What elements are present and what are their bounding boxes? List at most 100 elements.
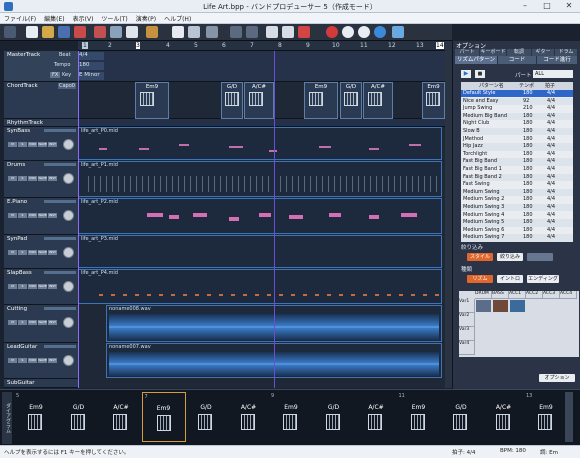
- midi-button[interactable]: MIDI: [28, 250, 37, 255]
- pattern-row[interactable]: Fast Big Band 1 180 4/4: [461, 166, 573, 173]
- open-file-icon[interactable]: [42, 26, 54, 38]
- tab-chord-progression[interactable]: コード進行: [537, 56, 577, 64]
- mute-button[interactable]: M: [8, 284, 17, 289]
- track-header-subguitar[interactable]: SubGuitar: [4, 379, 78, 388]
- pattern-row[interactable]: Nice and Easy 92 4/4: [461, 97, 573, 105]
- mute-button[interactable]: M: [8, 320, 17, 325]
- pattern-row[interactable]: Medium Swing 180 4/4: [461, 188, 573, 197]
- track-header-synpad[interactable]: SynPad M S MIDI WAVE INST: [4, 235, 78, 269]
- ending-button[interactable]: エンディング: [527, 275, 559, 283]
- arrangement-area[interactable]: 4/4 180 E Minor Em9 G/D A/C# Em9 G/D A/C…: [78, 51, 445, 388]
- pattern-row[interactable]: Medium Swing 4 180 4/4: [461, 212, 573, 219]
- solo-button[interactable]: S: [18, 213, 27, 218]
- wave-button[interactable]: WAVE: [38, 284, 47, 289]
- midi-clip[interactable]: life_art_P2.mid: [78, 198, 442, 234]
- loop-icon[interactable]: [392, 26, 404, 38]
- tab-chord[interactable]: コード: [498, 56, 536, 64]
- menu-tools[interactable]: ツール(T): [97, 13, 131, 24]
- chord-box[interactable]: A/C#: [244, 82, 274, 119]
- strip-chord[interactable]: G/D: [439, 392, 483, 442]
- chord-box[interactable]: A/C#: [363, 82, 393, 119]
- midi-button[interactable]: MIDI: [28, 284, 37, 289]
- metronome-icon[interactable]: [298, 26, 310, 38]
- strip-chord[interactable]: A/C#: [482, 392, 526, 442]
- strip-chord[interactable]: 5 Em9: [14, 392, 58, 442]
- strip-chord[interactable]: A/C#: [354, 392, 398, 442]
- wave-button[interactable]: WAVE: [38, 320, 47, 325]
- fx-button[interactable]: FX: [50, 72, 61, 78]
- strip-chord[interactable]: A/C#: [227, 392, 271, 442]
- strip-chord[interactable]: 9 Em9: [269, 392, 313, 442]
- rhythm-button[interactable]: リズム: [467, 275, 493, 283]
- col-pattern-name[interactable]: パターン名: [479, 82, 504, 90]
- clip-icon[interactable]: [206, 26, 218, 38]
- chord-box[interactable]: Em9: [422, 82, 445, 119]
- volume-bar[interactable]: [44, 200, 76, 203]
- pattern-row[interactable]: Medium Swing 2 180 4/4: [461, 196, 573, 203]
- chord-track-header[interactable]: ChordTrack Capo0: [4, 82, 78, 119]
- midi-button[interactable]: MIDI: [28, 213, 37, 218]
- pattern-list[interactable]: パターン名 テンポ 拍子 Default Style 180 4/4 Nice and…: [461, 82, 573, 242]
- mixer-icon[interactable]: [110, 26, 122, 38]
- pattern-row[interactable]: Jump Swing 210 4/4: [461, 105, 573, 112]
- wave-button[interactable]: WAVE: [38, 176, 47, 181]
- track-header-slapbass[interactable]: SlapBass M S MIDI WAVE INST: [4, 269, 78, 305]
- mute-button[interactable]: M: [8, 250, 17, 255]
- volume-bar[interactable]: [44, 345, 76, 348]
- pan-knob[interactable]: [63, 355, 74, 366]
- headphone-icon[interactable]: [4, 26, 16, 38]
- chord-box[interactable]: Em9: [304, 82, 338, 119]
- wave-button[interactable]: WAVE: [38, 142, 47, 147]
- menu-view[interactable]: 表示(V): [69, 13, 98, 24]
- strip-scrollbar[interactable]: [565, 392, 573, 442]
- pattern-row[interactable]: JMethod 180 4/4: [461, 136, 573, 143]
- wave-button[interactable]: WAVE: [38, 358, 47, 363]
- maximize-button[interactable]: □: [536, 0, 558, 12]
- pattern-row[interactable]: Medium Big Band 180 4/4: [461, 112, 573, 121]
- pattern-row[interactable]: Default Style 180 4/4: [461, 90, 573, 98]
- part-select[interactable]: ALL: [533, 70, 573, 78]
- strip-chord[interactable]: G/D: [57, 392, 101, 442]
- play-pattern-button[interactable]: ▶: [461, 70, 471, 78]
- drum-part-icon[interactable]: [476, 300, 491, 312]
- inst-button[interactable]: INST: [48, 250, 57, 255]
- variation-grid[interactable]: DRUM BASS ACC1 ACC2 ACC3 ACC4 Var1 Var2 …: [459, 291, 579, 357]
- track-header-epiano[interactable]: E.Piano M S MIDI WAVE INST: [4, 198, 78, 235]
- filter-blank-button[interactable]: [527, 253, 553, 261]
- zoom-out-icon[interactable]: [282, 26, 294, 38]
- wave-button[interactable]: WAVE: [38, 250, 47, 255]
- acc1-part-icon[interactable]: [510, 300, 525, 312]
- new-file-icon[interactable]: [26, 26, 38, 38]
- solo-button[interactable]: S: [18, 320, 27, 325]
- score-icon[interactable]: [94, 26, 106, 38]
- close-button[interactable]: ✕: [558, 0, 580, 12]
- list-icon[interactable]: [172, 26, 184, 38]
- tab-keyboard[interactable]: キーボード: [480, 49, 506, 56]
- pan-knob[interactable]: [63, 139, 74, 150]
- stop-button[interactable]: [342, 26, 354, 38]
- strip-chord[interactable]: G/D: [312, 392, 356, 442]
- option-button[interactable]: オプション: [539, 374, 575, 382]
- bass-part-icon[interactable]: [493, 300, 508, 312]
- solo-button[interactable]: S: [18, 142, 27, 147]
- key-value[interactable]: E Minor: [78, 72, 104, 80]
- beat-value[interactable]: 4/4: [78, 52, 104, 60]
- solo-button[interactable]: S: [18, 284, 27, 289]
- pan-knob[interactable]: [63, 173, 74, 184]
- midi-clip[interactable]: life_art_P3.mid: [78, 235, 442, 268]
- midi-clip[interactable]: life_art_P4.mid: [78, 269, 442, 304]
- track-header-cutting[interactable]: Cutting M S MIDI WAVE INST: [4, 305, 78, 343]
- volume-bar[interactable]: [44, 129, 76, 132]
- pattern-row[interactable]: Medium Swing 5 180 4/4: [461, 219, 573, 227]
- vertical-scrollbar[interactable]: [445, 41, 452, 388]
- mute-button[interactable]: M: [8, 213, 17, 218]
- rhythm-track-header[interactable]: RhythmTrack: [4, 119, 78, 127]
- mute-button[interactable]: M: [8, 358, 17, 363]
- save-icon[interactable]: [58, 26, 70, 38]
- inst-button[interactable]: INST: [48, 358, 57, 363]
- master-track-header[interactable]: MasterTrack Beat Tempo Key FX: [4, 51, 78, 82]
- midi-button[interactable]: MIDI: [28, 358, 37, 363]
- volume-bar[interactable]: [44, 163, 76, 166]
- track-header-drums[interactable]: Drums M S MIDI WAVE INST: [4, 161, 78, 198]
- pattern-row[interactable]: Fast Swing 180 4/4: [461, 181, 573, 188]
